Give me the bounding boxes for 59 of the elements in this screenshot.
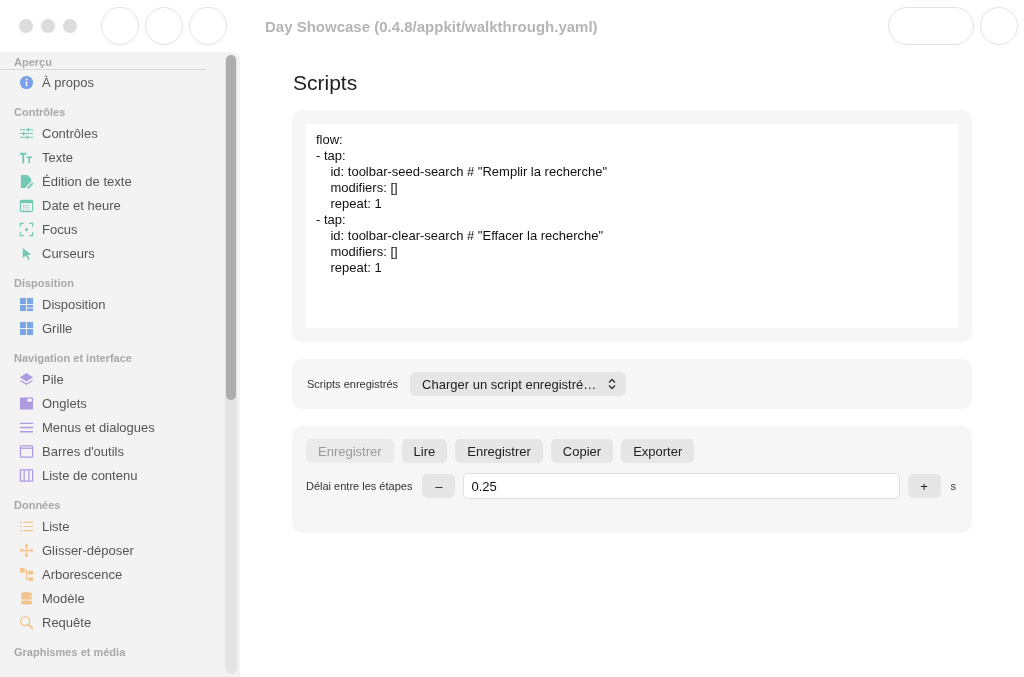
- minimize-button[interactable]: [41, 19, 55, 33]
- increment-button[interactable]: +: [907, 474, 941, 498]
- sidebar-item[interactable]: Liste: [0, 514, 225, 538]
- sidebar-item[interactable]: Texte: [0, 145, 225, 169]
- decrement-button[interactable]: –: [422, 474, 456, 498]
- document-icon: [19, 173, 34, 189]
- sliders-icon: [19, 125, 34, 141]
- sidebar-item[interactable]: Curseurs: [0, 241, 225, 265]
- sidebar-item[interactable]: Pile: [0, 367, 225, 391]
- sidebar-item[interactable]: Grille: [0, 316, 225, 340]
- chevron-icon: [608, 378, 617, 390]
- sidebar-item[interactable]: Glisser-déposer: [0, 538, 225, 562]
- sidebar-item[interactable]: Menus et dialogues: [0, 415, 225, 439]
- delay-field[interactable]: 0.25: [463, 473, 900, 499]
- page-title: Scripts: [293, 71, 359, 95]
- info-icon: [19, 74, 34, 90]
- field-label: Délai entre les étapes: [306, 480, 413, 492]
- window-title: Day Showcase (0.4.8/appkit/walkthrough.yaml): [265, 17, 598, 35]
- database-icon: [19, 590, 34, 606]
- section-header: Données: [13, 498, 62, 513]
- sidebar-item[interactable]: Focus: [0, 217, 225, 241]
- section-header: Navigation et interface: [13, 351, 133, 366]
- section-header: Graphismes et média: [13, 645, 127, 660]
- tree-icon: [19, 566, 34, 582]
- section-header: Disposition: [13, 276, 75, 291]
- sidebar-item[interactable]: Requête: [0, 610, 225, 634]
- field-label: Scripts enregistrés: [307, 378, 399, 390]
- close-button[interactable]: [19, 19, 33, 33]
- search-icon: [19, 614, 34, 630]
- action-button[interactable]: Exporter: [621, 439, 695, 463]
- sidebar-item[interactable]: Modèle: [0, 586, 225, 610]
- sidebar-item[interactable]: À propos: [0, 70, 225, 94]
- layout-icon: [19, 296, 34, 312]
- sidebar-item[interactable]: Barres d'outils: [0, 439, 225, 463]
- sidebar-item[interactable]: Contrôles: [0, 121, 225, 145]
- sidebar-item[interactable]: Date et heure: [0, 193, 225, 217]
- zoom-button[interactable]: [63, 19, 77, 33]
- section-header: Aperçu: [0, 56, 207, 70]
- action-button[interactable]: Lire: [401, 439, 448, 463]
- sidebar-item[interactable]: Édition de texte: [0, 169, 225, 193]
- layers-icon: [19, 371, 34, 387]
- section-header: Contrôles: [13, 105, 67, 120]
- move-icon: [19, 542, 34, 558]
- calendar-icon: [19, 197, 34, 213]
- unit-label: s: [950, 480, 956, 492]
- window-icon: [19, 443, 34, 459]
- columns-icon: [19, 467, 34, 483]
- sidebar-item[interactable]: Disposition: [0, 292, 225, 316]
- sidebar-item[interactable]: Onglets: [0, 391, 225, 415]
- scrollbar-thumb[interactable]: [226, 55, 236, 400]
- grid-icon: [19, 320, 34, 336]
- script-popup[interactable]: Charger un script enregistré…: [410, 372, 627, 396]
- focus-icon: [19, 221, 34, 237]
- sidebar-item[interactable]: Arborescence: [0, 562, 225, 586]
- script-editor[interactable]: flow: - tap: id: toolbar-seed-search # "Remplir la recherche" modifiers: [] repeat: 1 - tap: id: toolbar-clear-search # "Effacer la recherche" modifiers: [] repeat: 1: [306, 124, 958, 328]
- action-button[interactable]: Copier: [550, 439, 614, 463]
- sidebar-item[interactable]: Liste de contenu: [0, 463, 225, 487]
- tabs-icon: [19, 395, 34, 411]
- action-button[interactable]: Enregistrer: [455, 439, 543, 463]
